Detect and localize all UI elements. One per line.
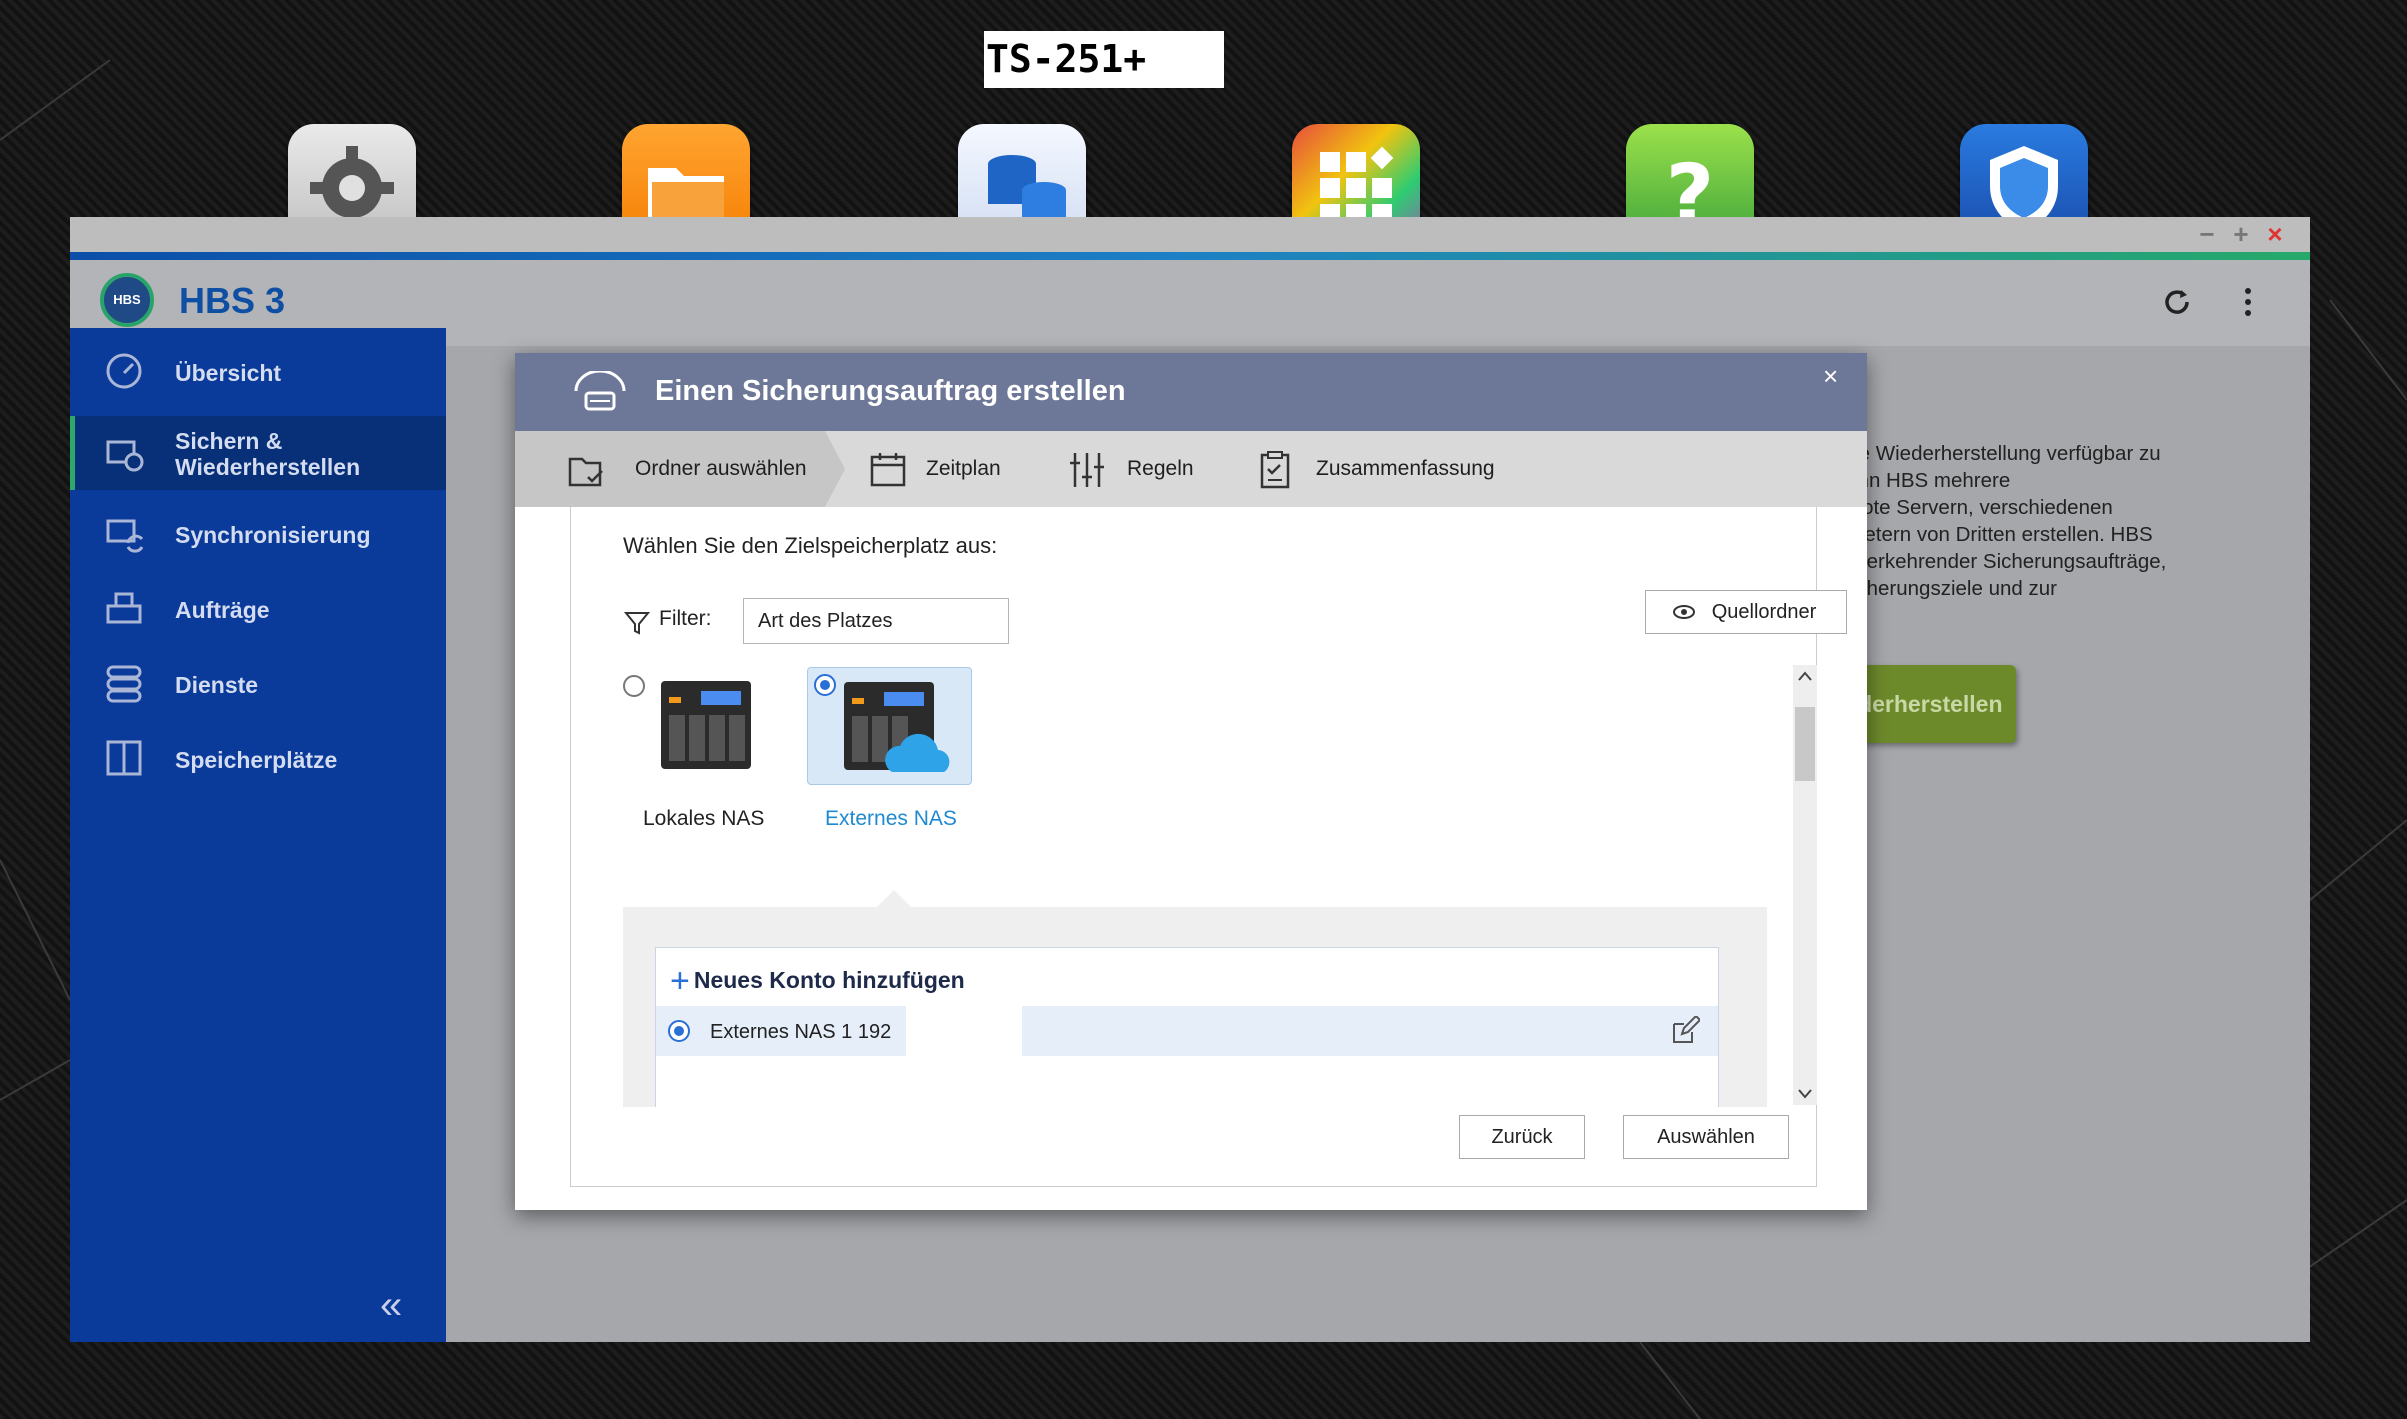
option-local-nas[interactable] — [621, 667, 786, 785]
local-nas-label: Lokales NAS — [643, 807, 765, 830]
step-label: Regeln — [1127, 457, 1194, 480]
source-folder-button[interactable]: Quellordner — [1645, 590, 1847, 634]
collapse-sidebar-icon[interactable]: « — [380, 1283, 402, 1328]
account-radio[interactable] — [668, 1020, 690, 1042]
window-titlebar: − + × — [70, 217, 2310, 252]
plus-icon: + — [670, 962, 690, 1000]
sidebar-item-label: Sichern & Wiederherstellen — [175, 428, 361, 480]
jobs-icon — [106, 592, 142, 624]
scroll-up-icon[interactable] — [1798, 671, 1812, 681]
sync-icon — [106, 519, 144, 553]
minimize-button[interactable]: − — [2192, 217, 2222, 252]
filter-icon — [624, 612, 650, 635]
account-list: + Neues Konto hinzufügen Externes NAS 1 1… — [655, 947, 1719, 1107]
maximize-button[interactable]: + — [2226, 217, 2256, 252]
storage-icon — [106, 740, 142, 776]
folder-check-icon — [568, 457, 603, 487]
step-summary[interactable]: Zusammenfassung — [1254, 431, 1554, 507]
desktop-title: TS-251+ — [984, 31, 1224, 88]
backup-job-icon — [574, 371, 626, 411]
local-nas-icon — [661, 681, 751, 769]
sidebar: Übersicht Sichern & Wiederherstellen Syn… — [70, 328, 446, 1342]
window-close-button[interactable]: × — [2260, 217, 2290, 252]
hbs-logo-icon: HBS — [100, 273, 154, 327]
sidebar-item-overview[interactable]: Übersicht — [70, 328, 446, 414]
add-account-label: Neues Konto hinzufügen — [693, 967, 965, 993]
account-panel: + Neues Konto hinzufügen Externes NAS 1 1… — [623, 907, 1767, 1107]
sidebar-item-label: Speicherplätze — [175, 747, 338, 773]
dialog-body: Wählen Sie den Zielspeicherplatz aus: Fi… — [570, 507, 1847, 1187]
sidebar-item-sync[interactable]: Synchronisierung — [70, 496, 446, 570]
step-schedule[interactable]: Zeitplan — [867, 431, 1067, 507]
accent-line — [70, 252, 2310, 260]
sidebar-item-storage[interactable]: Speicherplätze — [70, 721, 446, 795]
sidebar-item-backup-restore[interactable]: Sichern & Wiederherstellen — [70, 416, 446, 490]
dialog-close-button[interactable]: × — [1823, 361, 1838, 392]
filter-label: Filter: — [659, 607, 712, 630]
step-select-folder[interactable]: Ordner auswählen — [515, 431, 845, 507]
back-button[interactable]: Zurück — [1459, 1115, 1585, 1159]
destination-prompt: Wählen Sie den Zielspeicherplatz aus: — [623, 533, 998, 558]
dialog-header: Einen Sicherungsauftrag erstellen × — [515, 353, 1867, 431]
gauge-icon — [106, 353, 142, 389]
filter-select[interactable]: Art des Platzes — [743, 598, 1009, 644]
local-nas-radio[interactable] — [623, 675, 645, 697]
step-label: Ordner auswählen — [635, 457, 807, 480]
external-nas-radio[interactable] — [814, 674, 836, 696]
add-account-link[interactable]: + Neues Konto hinzufügen — [670, 962, 965, 1001]
external-nas-icon — [844, 682, 950, 772]
step-label: Zeitplan — [926, 457, 1001, 480]
pointer-arrow — [876, 890, 912, 908]
select-button[interactable]: Auswählen — [1623, 1115, 1789, 1159]
step-rules[interactable]: Regeln — [1066, 431, 1246, 507]
scrollbar-thumb[interactable] — [1795, 707, 1815, 781]
option-external-nas[interactable] — [807, 667, 972, 785]
scrollbar[interactable] — [1793, 665, 1817, 1105]
calendar-icon — [870, 453, 906, 487]
edit-icon[interactable] — [1670, 1016, 1700, 1046]
eye-icon — [1673, 605, 1695, 619]
more-options-icon[interactable] — [2228, 282, 2268, 322]
create-backup-job-dialog: Einen Sicherungsauftrag erstellen × Ordn… — [515, 353, 1867, 1210]
clipboard-icon — [1260, 451, 1290, 489]
account-name: Externes NAS 1 192 — [710, 1021, 892, 1043]
external-nas-label: Externes NAS — [825, 807, 957, 830]
sidebar-item-services[interactable]: Dienste — [70, 646, 446, 720]
refresh-icon[interactable] — [2157, 282, 2197, 322]
sidebar-item-label: Aufträge — [175, 597, 270, 623]
services-icon — [106, 665, 142, 703]
wizard-steps: Ordner auswählen Zeitplan Regeln Zusamme… — [515, 431, 1867, 507]
source-folder-label: Quellordner — [1711, 601, 1817, 623]
dialog-title: Einen Sicherungsauftrag erstellen — [655, 375, 1126, 407]
account-row[interactable]: Externes NAS 1 192 — [656, 1006, 1718, 1056]
sidebar-item-label: Übersicht — [175, 360, 282, 386]
sliders-icon — [1070, 453, 1104, 487]
redacted-area — [906, 1006, 1022, 1056]
app-title: HBS 3 — [179, 280, 286, 321]
step-label: Zusammenfassung — [1316, 457, 1495, 480]
sidebar-item-label: Synchronisierung — [175, 522, 371, 548]
scroll-down-icon[interactable] — [1798, 1089, 1812, 1099]
sidebar-item-label: Dienste — [175, 672, 259, 698]
backup-restore-icon — [106, 440, 144, 472]
sidebar-item-jobs[interactable]: Aufträge — [70, 571, 446, 645]
step-arrow — [825, 431, 845, 507]
